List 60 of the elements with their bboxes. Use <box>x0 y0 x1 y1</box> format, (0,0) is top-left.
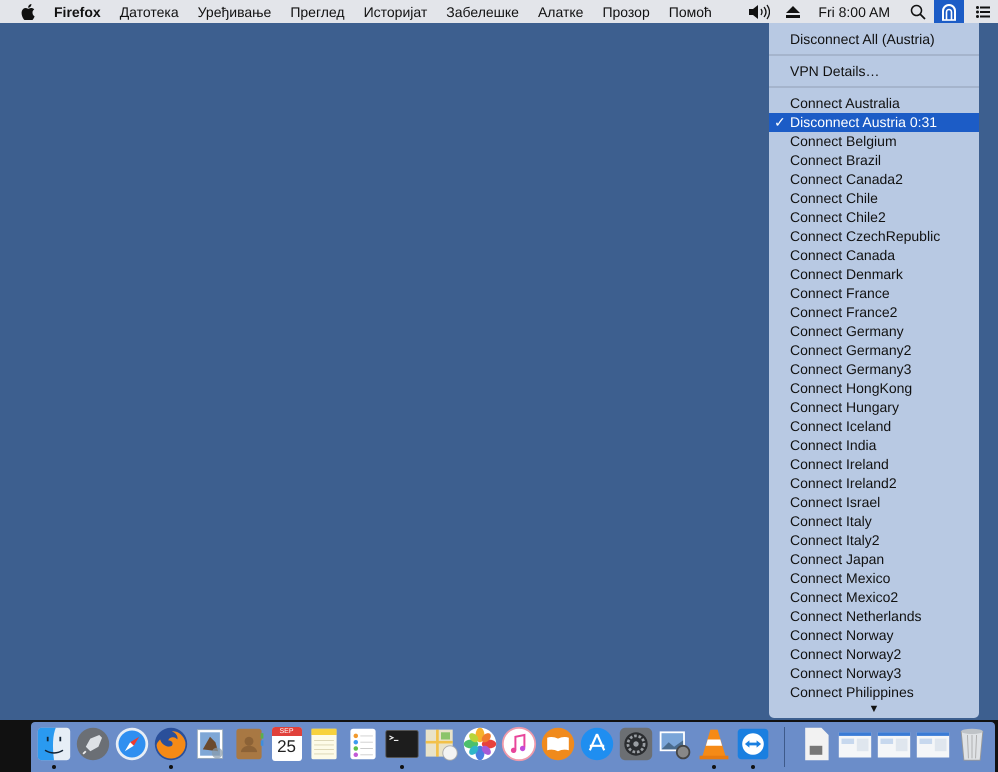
menu-item[interactable]: Connect Japan <box>769 550 979 569</box>
menu-item[interactable]: Connect Philippines <box>769 683 979 702</box>
menu-item[interactable]: Connect Hungary <box>769 398 979 417</box>
tunnel-icon[interactable] <box>934 0 964 23</box>
menu-item[interactable]: Connect Netherlands <box>769 607 979 626</box>
search-icon[interactable] <box>910 4 926 20</box>
menu-item[interactable]: Connect Ireland <box>769 455 979 474</box>
app-menu[interactable]: Firefox <box>54 4 101 20</box>
menu-item[interactable]: Connect Mexico2 <box>769 588 979 607</box>
menu-title[interactable]: Забелешке <box>446 4 519 20</box>
face-icon[interactable] <box>36 726 72 762</box>
menu-item[interactable]: Connect France <box>769 284 979 303</box>
music-note-icon[interactable] <box>501 726 538 762</box>
menu-item[interactable]: Connect Canada2 <box>769 170 979 189</box>
menu-item[interactable]: Connect India <box>769 436 979 455</box>
compass-icon[interactable] <box>114 726 150 762</box>
menu-item[interactable]: Connect Canada <box>769 246 979 265</box>
clock[interactable]: Fri 8:00 AM <box>818 4 890 20</box>
menu-title[interactable]: Алатке <box>538 4 584 20</box>
gear-icon[interactable] <box>618 726 654 762</box>
menu-item[interactable]: Connect Norway2 <box>769 645 979 664</box>
arrows-icon[interactable] <box>735 726 772 762</box>
menu-title[interactable]: Уређивање <box>198 4 272 20</box>
menu-item[interactable]: Connect Italy <box>769 512 979 531</box>
menu-item[interactable]: Connect Germany2 <box>769 341 979 360</box>
apple-icon[interactable] <box>21 4 35 20</box>
scroll-down-arrow[interactable]: ▼ <box>868 703 880 715</box>
menu-item[interactable]: Connect France2 <box>769 303 979 322</box>
menu-item[interactable]: Connect Chile <box>769 189 979 208</box>
menu-title[interactable]: Преглед <box>290 4 345 20</box>
menu-title[interactable]: Датотека <box>120 4 179 20</box>
menu-item[interactable]: ✓ Disconnect Austria 0:31 <box>769 113 979 132</box>
menu-title[interactable]: Историјат <box>364 4 428 20</box>
menu-item[interactable]: Connect Italy2 <box>769 531 979 550</box>
list-icon[interactable] <box>976 6 990 18</box>
menu-item[interactable]: Connect Israel <box>769 493 979 512</box>
menu-item[interactable]: Connect Australia <box>769 94 979 113</box>
menu-title[interactable]: Помоћ <box>668 4 712 20</box>
menu-item[interactable]: Connect Norway <box>769 626 979 645</box>
menu-item[interactable]: Connect Chile2 <box>769 208 979 227</box>
menu-item[interactable]: Connect Denmark <box>769 265 979 284</box>
menu-item[interactable]: Connect Brazil <box>769 151 979 170</box>
menu-item[interactable]: Disconnect All (Austria) <box>769 30 979 49</box>
menu-item[interactable]: Connect Ireland2 <box>769 474 979 493</box>
menu-item[interactable]: Connect Belgium <box>769 132 979 151</box>
menu-item[interactable]: Connect Norway3 <box>769 664 979 683</box>
menu-title[interactable]: Прозор <box>602 4 650 20</box>
menu-item[interactable]: Connect Mexico <box>769 569 979 588</box>
menu-item[interactable]: Connect Germany3 <box>769 360 979 379</box>
book-icon[interactable] <box>540 726 576 762</box>
menu-item[interactable]: VPN Details… <box>769 62 979 81</box>
menu-item[interactable]: Connect Iceland <box>769 417 979 436</box>
calendar-day: 25 <box>277 736 296 758</box>
speaker-icon[interactable] <box>748 4 770 20</box>
menu-item[interactable]: Connect Germany <box>769 322 979 341</box>
menu-item[interactable]: Connect CzechRepublic <box>769 227 979 246</box>
flower-icon[interactable] <box>462 726 498 762</box>
menu-item[interactable]: Connect HongKong <box>769 379 979 398</box>
app-store-icon[interactable] <box>579 726 616 762</box>
eject-icon[interactable] <box>786 6 800 18</box>
